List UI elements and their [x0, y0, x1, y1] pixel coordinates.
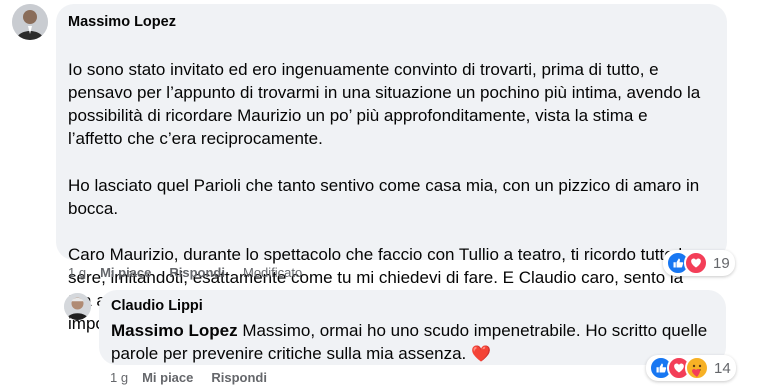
- like-button[interactable]: Mi piace: [100, 265, 151, 281]
- reply-bubble: Claudio Lippi Massimo Lopez Massimo, orm…: [99, 290, 726, 365]
- reply-author[interactable]: Claudio Lippi: [111, 297, 714, 315]
- reaction-count: 14: [714, 359, 731, 377]
- care-icon: [685, 356, 709, 380]
- comment-reactions[interactable]: 19: [663, 250, 735, 276]
- reply-button[interactable]: Rispondi: [211, 370, 267, 386]
- heart-emoji: ❤️: [471, 346, 491, 364]
- edited-label[interactable]: Modificato: [243, 265, 302, 281]
- reply-timestamp[interactable]: 1 g: [110, 370, 128, 386]
- like-button[interactable]: Mi piace: [142, 370, 193, 386]
- reaction-count: 19: [713, 254, 730, 272]
- comment-author[interactable]: Massimo Lopez: [68, 13, 715, 31]
- comment-paragraph: Io sono stato invitato ed ero ingenuamen…: [68, 60, 701, 149]
- avatar-massimo-lopez[interactable]: [12, 4, 48, 40]
- comment-timestamp[interactable]: 1 g: [68, 265, 86, 281]
- reply-reactions[interactable]: 14: [646, 355, 736, 381]
- love-icon: [684, 251, 708, 275]
- avatar-claudio-lippi[interactable]: [64, 293, 91, 320]
- reply-text: Massimo Lopez Massimo, ormai ho uno scud…: [111, 319, 714, 366]
- mention-link[interactable]: Massimo Lopez: [111, 321, 238, 340]
- comment-bubble: Massimo Lopez Io sono stato invitato ed …: [56, 4, 727, 333]
- reply-actions: 1 g Mi piace Rispondi: [110, 370, 285, 386]
- comment-actions: 1 g Mi piace Rispondi Modificato: [68, 265, 320, 281]
- comment-paragraph: Ho lasciato quel Parioli che tanto senti…: [68, 175, 700, 218]
- profile-photo-icon: [12, 4, 48, 40]
- profile-photo-icon: [64, 293, 91, 320]
- reply-button[interactable]: Rispondi: [169, 265, 225, 281]
